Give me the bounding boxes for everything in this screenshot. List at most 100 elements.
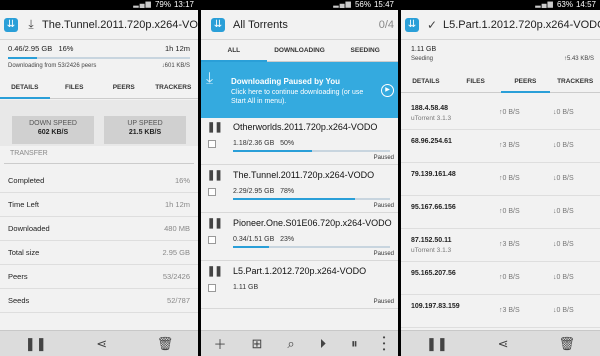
trash-icon[interactable]: 🗑 (559, 336, 576, 352)
bottom-toolbar: ❚❚ ⋖ 🗑 (401, 330, 600, 356)
detail-label: Peers (8, 272, 28, 281)
detail-label: Downloaded (8, 224, 50, 233)
torrent-status: Paused (373, 203, 394, 209)
select-checkbox[interactable] (208, 284, 216, 292)
add-from-file-icon[interactable]: ⊞ (251, 336, 262, 352)
seeding-info: 1.11 GB Seeding ↑5.43 KB/S (411, 46, 594, 62)
detail-row: Completed 16% (0, 169, 198, 193)
torrent-name: Pioneer.One.S01E06.720p.x264-VODO (233, 218, 392, 228)
torrent-item[interactable]: ❚❚ L5.Part.1.2012.720p.x264-VODO 1.11 GB… (201, 262, 398, 309)
paused-banner[interactable]: ⤓ Downloading Paused by You Click here t… (201, 62, 398, 118)
peer-row[interactable]: 109.197.83.159 ↑3 B/S ↓0 B/S (401, 295, 600, 328)
torrent-name: The.Tunnel.2011.720p.x264-VODO (233, 170, 375, 180)
checkmark-icon[interactable]: ✓ (421, 18, 443, 32)
peer-download: ↓0 B/S (553, 208, 574, 215)
pause-all-icon[interactable]: ⏸ (351, 336, 358, 352)
progress-bar (233, 150, 390, 152)
peer-row[interactable]: 95.165.207.56 ↑0 B/S ↓0 B/S (401, 262, 600, 295)
peer-upload: ↑0 B/S (499, 274, 520, 281)
tab-seeding[interactable]: SEEDING (332, 42, 398, 62)
torrent-status: Paused (373, 299, 394, 305)
peer-client: uTorrent 3.1.3 (411, 115, 452, 122)
down-speed-box: DOWN SPEED 602 KB/S (12, 116, 94, 144)
peer-row[interactable]: 79.139.161.48 ↑0 B/S ↓0 B/S (401, 163, 600, 196)
detail-value: 480 MB (164, 224, 190, 233)
page-title: All Torrents (233, 18, 288, 31)
peer-upload: ↑0 B/S (499, 175, 520, 182)
pause-icon[interactable]: ❚❚ (207, 266, 223, 277)
size-text: 0.34/1.51 GB (233, 236, 275, 243)
select-checkbox[interactable] (208, 236, 216, 244)
select-checkbox[interactable] (208, 140, 216, 148)
torrent-item[interactable]: ❚❚ Pioneer.One.S01E06.720p.x264-VODO 0.3… (201, 214, 398, 261)
peer-row[interactable]: 188.4.58.48 uTorrent 3.1.3 ↑0 B/S ↓0 B/S (401, 97, 600, 130)
download-icon[interactable]: ⤓ (20, 17, 42, 32)
tab-files[interactable]: FILES (450, 73, 501, 93)
share-icon[interactable]: ⋖ (498, 336, 509, 352)
progress-bar-fill (233, 198, 356, 200)
signal-icon: ▂▄▆ (333, 1, 352, 8)
app-logo-icon[interactable]: ⇊ (405, 17, 419, 32)
pause-icon[interactable]: ❚❚ (426, 336, 448, 352)
tab-peers[interactable]: PEERS (500, 73, 551, 93)
pause-icon[interactable]: ❚❚ (207, 122, 223, 133)
detail-row: Downloaded 480 MB (0, 217, 198, 241)
share-icon[interactable]: ⋖ (96, 336, 107, 352)
peer-upload: ↑3 B/S (499, 307, 520, 314)
tab-details[interactable]: DETAILS (401, 73, 451, 93)
peer-ip: 109.197.83.159 (411, 303, 460, 310)
torrent-detail-screen: ▂▄▆ 79% 13:17 ⇊ ⤓ The.Tunnel.2011.720p.x… (0, 0, 198, 356)
add-icon[interactable]: ＋ (213, 334, 226, 353)
app-logo-icon[interactable]: ⇊ (4, 17, 18, 32)
peer-download: ↓0 B/S (553, 175, 574, 182)
tab-details[interactable]: DETAILS (0, 79, 50, 99)
select-checkbox[interactable] (208, 188, 216, 196)
progress-percent: 16% (58, 44, 74, 53)
search-icon[interactable]: ⌕ (287, 336, 294, 352)
torrent-size: 1.18/2.36 GB 50% (233, 140, 294, 147)
progress-bar-fill (8, 57, 38, 59)
start-all-icon[interactable]: ⏵ (320, 336, 327, 352)
tab-peers[interactable]: PEERS (99, 79, 149, 99)
action-bar: ⇊ ⤓ The.Tunnel.2011.720p.x264-VODO (0, 10, 198, 40)
action-bar: ⇊ All Torrents 0/4 (201, 10, 398, 40)
peer-row[interactable]: 68.96.254.61 ↑3 B/S ↓0 B/S (401, 130, 600, 163)
detail-value: 52/787 (167, 296, 190, 305)
overflow-menu-icon[interactable]: • • • (383, 333, 386, 353)
section-divider (4, 163, 194, 164)
status-bar: ▂▄▆ 79% 13:17 (0, 0, 198, 10)
tab-files[interactable]: FILES (49, 79, 99, 99)
up-speed-label: UP SPEED (127, 120, 163, 127)
tab-trackers[interactable]: TRACKERS (148, 79, 198, 99)
clock: 13:17 (173, 0, 194, 9)
tab-downloading[interactable]: DOWNLOADING (266, 42, 333, 62)
peer-row[interactable]: 87.152.50.11 uTorrent 3.1.3 ↑3 B/S ↓0 B/… (401, 229, 600, 262)
torrent-item[interactable]: ❚❚ The.Tunnel.2011.720p.x264-VODO 2.29/2… (201, 166, 398, 213)
peer-ip: 95.165.207.56 (411, 270, 456, 277)
action-bar: ⇊ ✓ L5.Part.1.2012.720p.x264-VODO (401, 10, 600, 40)
peer-row[interactable]: 95.167.66.156 ↑0 B/S ↓0 B/S (401, 196, 600, 229)
peer-ip: 87.152.50.11 (411, 237, 452, 244)
size-text: 2.29/2.95 GB (233, 188, 275, 195)
progress-bar (233, 198, 390, 200)
detail-value: 1h 12m (164, 200, 190, 209)
pause-icon[interactable]: ❚❚ (25, 336, 47, 352)
play-icon[interactable]: ▶ (381, 84, 394, 97)
detail-label: Seeds (8, 296, 30, 305)
status-bar: ▂▄▆ 63% 14:57 (401, 0, 600, 10)
app-logo-icon[interactable]: ⇊ (211, 17, 225, 32)
page-title: L5.Part.1.2012.720p.x264-VODO (443, 18, 600, 31)
peer-download: ↓0 B/S (553, 241, 574, 248)
peer-upload: ↑3 B/S (499, 142, 520, 149)
pause-icon[interactable]: ❚❚ (207, 170, 223, 181)
peer-download: ↓0 B/S (553, 307, 574, 314)
clock: 14:57 (575, 0, 596, 9)
torrent-item[interactable]: ❚❚ Otherworlds.2011.720p.x264-VODO 1.18/… (201, 118, 398, 165)
detail-tabs: DETAILS FILES PEERS TRACKERS (0, 79, 198, 99)
tab-all[interactable]: ALL (201, 42, 267, 62)
tab-trackers[interactable]: TRACKERS (550, 73, 600, 93)
trash-icon[interactable]: 🗑 (157, 336, 174, 352)
pause-icon[interactable]: ❚❚ (207, 218, 223, 229)
progress-bar-fill (233, 150, 312, 152)
detail-row: Total size 2.95 GB (0, 241, 198, 265)
